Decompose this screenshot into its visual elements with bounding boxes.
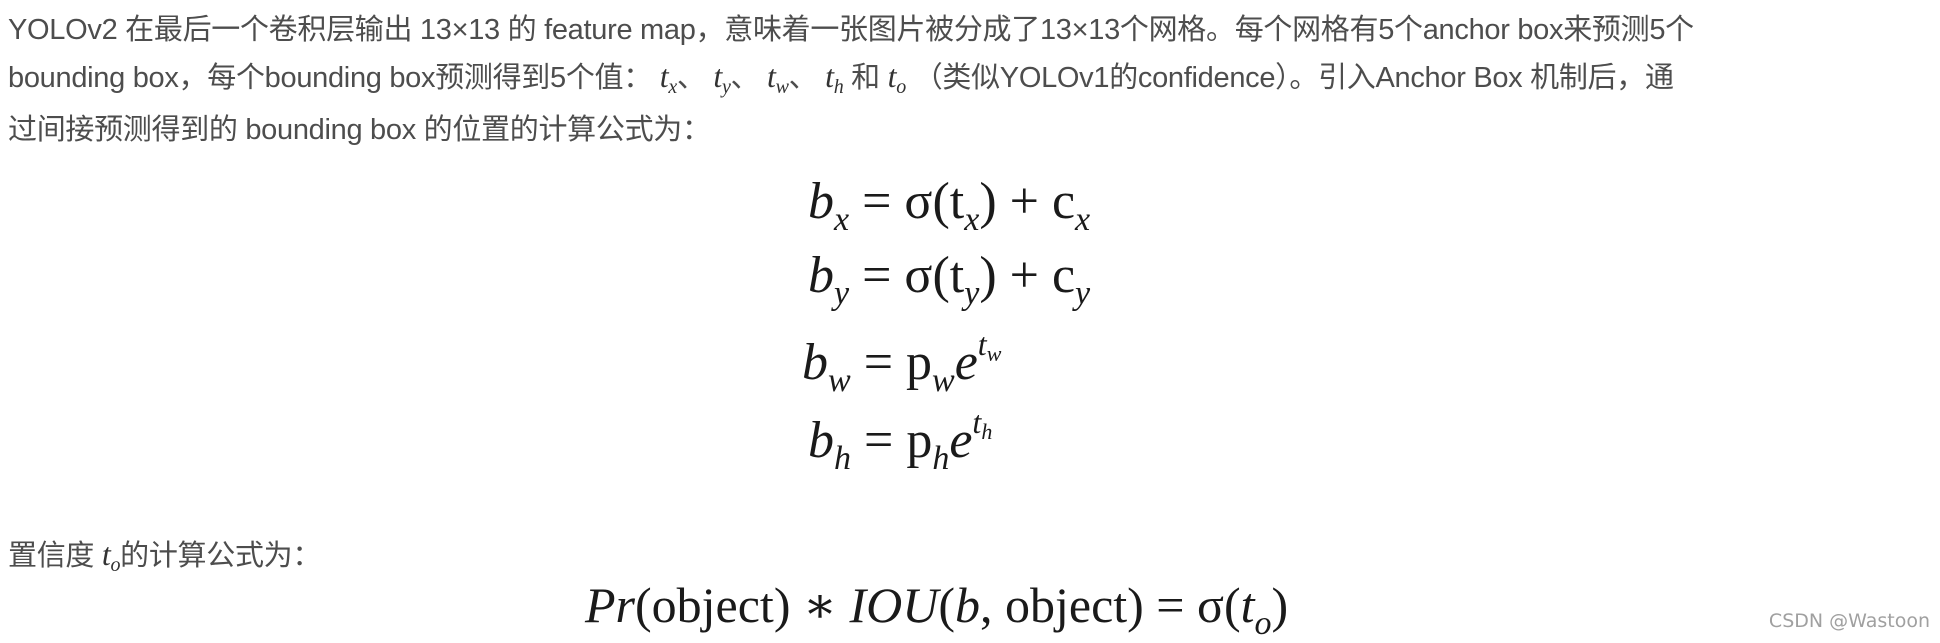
- var-to: to: [887, 58, 907, 98]
- and-word: 和: [843, 62, 888, 94]
- formula-bx: bx = σ(tx) + cx: [808, 173, 1091, 238]
- separator: 、: [730, 62, 760, 94]
- confidence-suffix: 的计算公式为：: [120, 540, 322, 572]
- formula-bw: bw = pwetw: [802, 326, 1002, 399]
- formula-by: by = σ(ty) + cy: [808, 247, 1091, 312]
- var-to: to: [101, 536, 121, 576]
- line2-suffix: （类似YOLOv1的confidence）。引入Anchor Box 机制后，通: [913, 62, 1674, 94]
- line2-prefix: bounding box，每个bounding box预测得到5个值：: [8, 62, 652, 94]
- var-tx: tx: [659, 58, 677, 98]
- paragraph-line-1: YOLOv2 在最后一个卷积层输出 13×13 的 feature map，意味…: [8, 14, 1694, 46]
- paragraph-confidence: 置信度 to的计算公式为：: [8, 532, 321, 577]
- confidence-prefix: 置信度: [8, 540, 102, 572]
- separator: 、: [788, 62, 818, 94]
- var-th: th: [825, 58, 844, 98]
- separator: 、: [676, 62, 706, 94]
- formula-bh: bh = pheth: [808, 404, 993, 477]
- watermark: CSDN @Wastoon: [1768, 610, 1930, 632]
- var-ty: ty: [713, 58, 731, 98]
- paragraph-line-3: 过间接预测得到的 bounding box 的位置的计算公式为：: [8, 114, 711, 146]
- var-tw: tw: [767, 58, 789, 98]
- paragraph-line-2: bounding box，每个bounding box预测得到5个值： tx、 …: [8, 54, 1674, 99]
- formula-confidence: Pr(object) ∗ IOU(b, object) = σ(to): [585, 577, 1289, 642]
